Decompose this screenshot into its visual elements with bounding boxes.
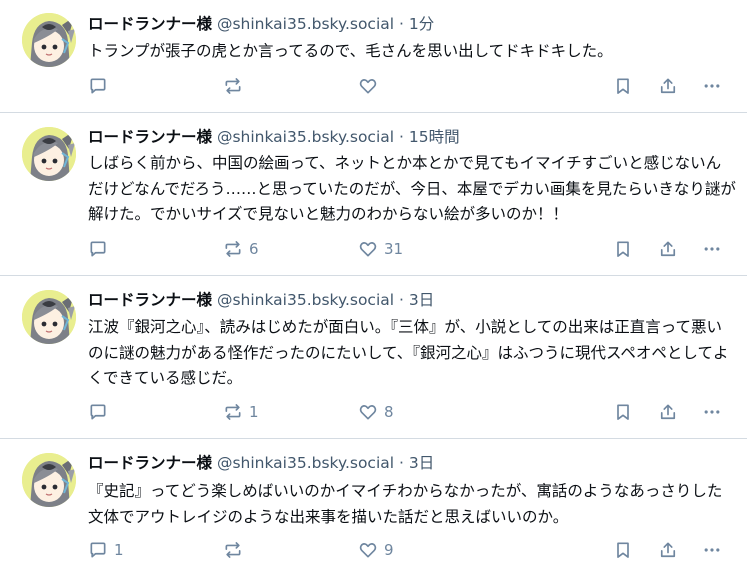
heart-icon [359, 79, 377, 94]
bookmark-button[interactable] [613, 538, 633, 562]
post[interactable]: ロードランナー様 @shinkai35.bsky.social · 15時間 し… [0, 113, 747, 275]
post-header: ロードランナー様 @shinkai35.bsky.social · 3日 [88, 451, 434, 475]
post-feed: ロードランナー様 @shinkai35.bsky.social · 1分 トラン… [0, 0, 747, 576]
more-options-button[interactable] [702, 400, 722, 424]
like-count: 8 [384, 403, 394, 421]
more-dots-icon [704, 247, 720, 251]
post-text: しばらく前から、中国の絵画って、ネットとか本とかで見てもイマイチすごいと感じない… [88, 154, 736, 223]
author-name[interactable]: ロードランナー様 [88, 291, 212, 309]
repost-button[interactable]: 1 [223, 400, 259, 424]
heart-icon [359, 242, 377, 257]
more-options-button[interactable] [702, 74, 722, 98]
author-name[interactable]: ロードランナー様 [88, 15, 212, 33]
share-upload-icon [660, 542, 676, 558]
more-dots-icon [704, 410, 720, 414]
repost-arrows-icon [225, 78, 241, 94]
reply-count: 1 [114, 541, 124, 559]
like-button[interactable] [358, 74, 384, 98]
heart-icon [359, 405, 377, 420]
avatar[interactable] [22, 127, 76, 181]
repost-button[interactable] [223, 538, 249, 562]
author-handle[interactable]: @shinkai35.bsky.social [217, 128, 394, 146]
post-timestamp[interactable]: 3日 [409, 291, 434, 309]
bookmark-icon [617, 404, 629, 420]
bookmark-icon [617, 241, 629, 257]
like-button[interactable]: 9 [358, 538, 394, 562]
speech-bubble-icon [90, 404, 106, 420]
author-handle[interactable]: @shinkai35.bsky.social [217, 454, 394, 472]
share-button[interactable] [658, 237, 678, 261]
repost-button[interactable]: 6 [223, 237, 259, 261]
share-button[interactable] [658, 538, 678, 562]
share-upload-icon [660, 241, 676, 257]
repost-arrows-icon [225, 542, 241, 558]
more-dots-icon [704, 548, 720, 552]
author-name[interactable]: ロードランナー様 [88, 128, 212, 146]
reply-button[interactable] [88, 237, 114, 261]
repost-count: 6 [249, 240, 259, 258]
post[interactable]: ロードランナー様 @shinkai35.bsky.social · 3日 『史記… [0, 439, 747, 576]
post-timestamp[interactable]: 1分 [409, 15, 434, 33]
post-actions: 1 9 [88, 538, 736, 562]
post-text: 『史記』ってどう楽しめばいいのかイマイチわからなかったが、寓話のようなあっさりし… [88, 482, 723, 526]
repost-count: 1 [249, 403, 259, 421]
post-actions [88, 74, 736, 98]
author-handle[interactable]: @shinkai35.bsky.social [217, 15, 394, 33]
like-count: 31 [384, 240, 404, 258]
separator-dot: · [399, 454, 404, 472]
heart-icon [359, 543, 377, 558]
avatar[interactable] [22, 13, 76, 67]
post-actions: 1 8 [88, 400, 736, 424]
like-button[interactable]: 31 [358, 237, 403, 261]
repost-arrows-icon [225, 404, 241, 420]
reply-button[interactable] [88, 400, 114, 424]
speech-bubble-icon [90, 78, 106, 94]
reply-button[interactable]: 1 [88, 538, 124, 562]
more-options-button[interactable] [702, 538, 722, 562]
like-button[interactable]: 8 [358, 400, 394, 424]
repost-button[interactable] [223, 74, 249, 98]
post[interactable]: ロードランナー様 @shinkai35.bsky.social · 1分 トラン… [0, 0, 747, 112]
bookmark-button[interactable] [613, 74, 633, 98]
like-count: 9 [384, 541, 394, 559]
post-text: 江波『銀河之心』、読みはじめたが面白い。『三体』が、小説としての出来は正直言って… [88, 318, 729, 387]
post-actions: 6 31 [88, 237, 736, 261]
speech-bubble-icon [90, 241, 106, 257]
bookmark-icon [617, 78, 629, 94]
more-dots-icon [704, 84, 720, 88]
avatar[interactable] [22, 453, 76, 507]
post-header: ロードランナー様 @shinkai35.bsky.social · 1分 [88, 12, 434, 36]
bookmark-icon [617, 542, 629, 558]
post-timestamp[interactable]: 15時間 [409, 128, 460, 146]
post[interactable]: ロードランナー様 @shinkai35.bsky.social · 3日 江波『… [0, 276, 747, 438]
repost-arrows-icon [225, 241, 241, 257]
separator-dot: · [399, 128, 404, 146]
bookmark-button[interactable] [613, 400, 633, 424]
speech-bubble-icon [90, 542, 106, 558]
reply-button[interactable] [88, 74, 114, 98]
avatar[interactable] [22, 290, 76, 344]
post-header: ロードランナー様 @shinkai35.bsky.social · 3日 [88, 288, 434, 312]
more-options-button[interactable] [702, 237, 722, 261]
share-upload-icon [660, 78, 676, 94]
post-text: トランプが張子の虎とか言ってるので、毛さんを思い出してドキドキした。 [88, 42, 613, 60]
post-timestamp[interactable]: 3日 [409, 454, 434, 472]
share-button[interactable] [658, 400, 678, 424]
separator-dot: · [399, 291, 404, 309]
author-handle[interactable]: @shinkai35.bsky.social [217, 291, 394, 309]
separator-dot: · [399, 15, 404, 33]
bookmark-button[interactable] [613, 237, 633, 261]
share-upload-icon [660, 404, 676, 420]
author-name[interactable]: ロードランナー様 [88, 454, 212, 472]
post-header: ロードランナー様 @shinkai35.bsky.social · 15時間 [88, 125, 460, 149]
share-button[interactable] [658, 74, 678, 98]
